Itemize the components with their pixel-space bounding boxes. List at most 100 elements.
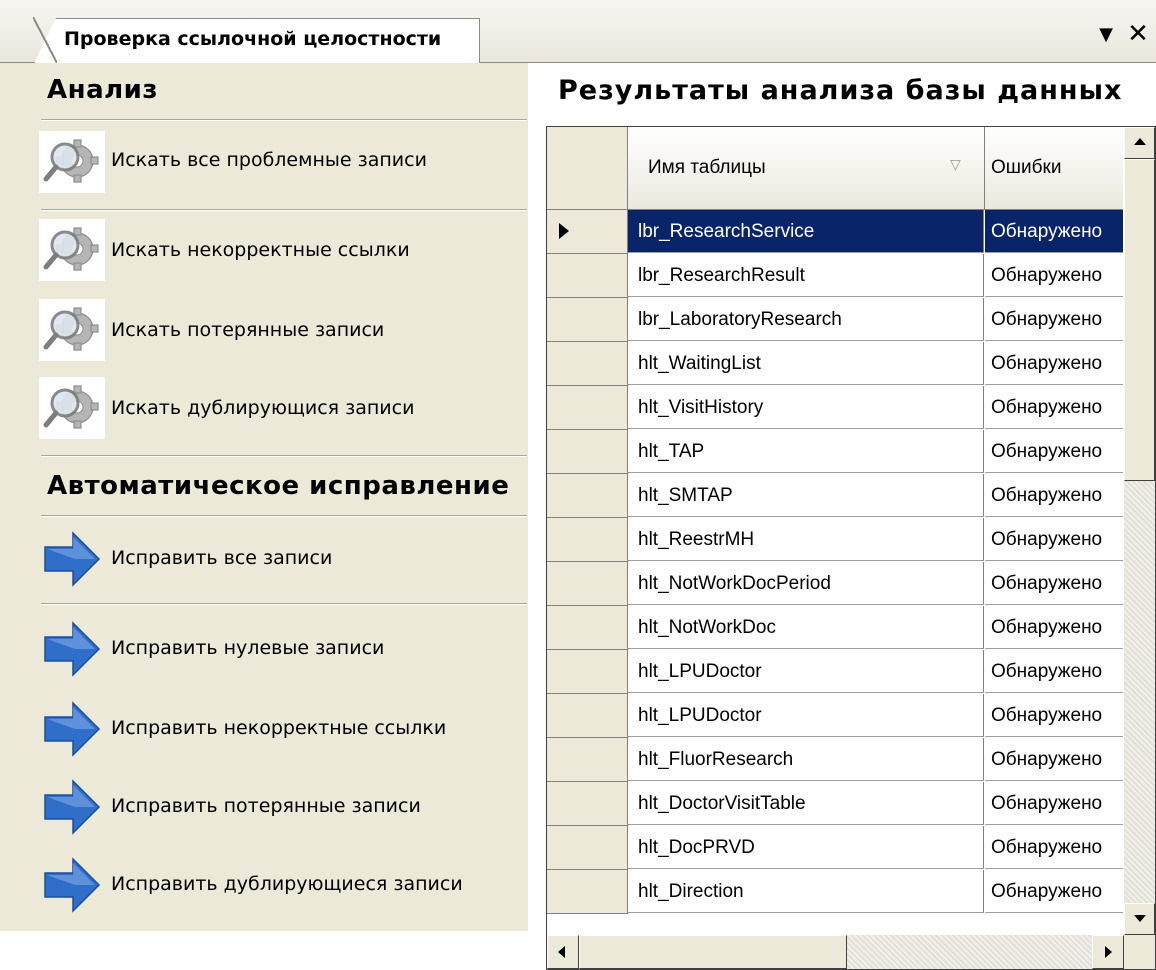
row-selector[interactable] — [547, 430, 628, 474]
cell-errors[interactable]: Обнаружено — [985, 562, 1123, 605]
cell-errors[interactable]: Обнаружено — [985, 738, 1123, 781]
row-selector[interactable] — [547, 298, 628, 342]
table-row[interactable]: hlt_WaitingList Обнаружено — [547, 342, 1123, 386]
cell-table-name[interactable]: hlt_TAP — [628, 430, 984, 473]
cell-table-name[interactable]: hlt_SMTAP — [628, 474, 984, 517]
scroll-down-arrow-icon — [1134, 915, 1146, 922]
analyze-bad-links-button[interactable]: Искать некорректные ссылки — [39, 215, 527, 285]
cell-errors[interactable]: Обнаружено — [985, 870, 1123, 913]
row-selector[interactable] — [547, 606, 628, 650]
results-grid[interactable]: Имя таблицы ▽ Ошибки lbr_ResearchService… — [546, 126, 1156, 970]
action-label: Исправить дублирующиеся записи — [111, 873, 463, 895]
fix-bad-links-button[interactable]: Исправить некорректные ссылки — [39, 693, 527, 763]
cell-table-name[interactable]: hlt_LPUDoctor — [628, 694, 984, 737]
cell-errors[interactable]: Обнаружено — [985, 298, 1123, 341]
cell-errors[interactable]: Обнаружено — [985, 606, 1123, 649]
table-row[interactable]: hlt_NotWorkDoc Обнаружено — [547, 606, 1123, 650]
analyze-duplicates-button[interactable]: Искать дублирующися записи — [39, 373, 527, 443]
close-icon[interactable]: ✕ — [1124, 20, 1152, 48]
table-row[interactable]: hlt_VisitHistory Обнаружено — [547, 386, 1123, 430]
table-row[interactable]: hlt_NotWorkDocPeriod Обнаружено — [547, 562, 1123, 606]
scroll-down-button[interactable] — [1124, 903, 1155, 935]
vertical-scrollbar[interactable] — [1124, 127, 1155, 935]
row-selector[interactable] — [547, 210, 628, 254]
row-selector[interactable] — [547, 254, 628, 298]
horizontal-scroll-thumb[interactable] — [579, 935, 847, 969]
table-row[interactable]: hlt_SMTAP Обнаружено — [547, 474, 1123, 518]
cell-table-name[interactable]: hlt_WaitingList — [628, 342, 984, 385]
row-selector-header[interactable] — [547, 127, 628, 210]
table-row[interactable]: hlt_ReestrMH Обнаружено — [547, 518, 1123, 562]
cell-errors[interactable]: Обнаружено — [985, 826, 1123, 869]
scroll-left-button[interactable] — [547, 935, 579, 969]
cell-errors[interactable]: Обнаружено — [985, 518, 1123, 561]
magnifier-gear-icon — [39, 377, 105, 439]
cell-errors[interactable]: Обнаружено — [985, 210, 1123, 253]
table-row[interactable]: lbr_ResearchService Обнаружено — [547, 210, 1123, 254]
table-row[interactable]: lbr_ResearchResult Обнаружено — [547, 254, 1123, 298]
action-label: Исправить некорректные ссылки — [111, 717, 447, 739]
column-header-table-name[interactable]: Имя таблицы ▽ — [628, 127, 985, 210]
row-selector[interactable] — [547, 694, 628, 738]
table-row[interactable]: hlt_Direction Обнаружено — [547, 870, 1123, 914]
analyze-all-button[interactable]: Искать все проблемные записи — [39, 127, 527, 197]
fix-duplicates-button[interactable]: Исправить дублирующиеся записи — [39, 849, 527, 919]
table-row[interactable]: hlt_LPUDoctor Обнаружено — [547, 694, 1123, 738]
column-header-errors[interactable]: Ошибки — [985, 127, 1123, 210]
cell-table-name[interactable]: hlt_VisitHistory — [628, 386, 984, 429]
scroll-right-button[interactable] — [1092, 935, 1124, 969]
cell-table-name[interactable]: hlt_Direction — [628, 870, 984, 913]
cell-table-name[interactable]: lbr_ResearchService — [628, 210, 984, 253]
table-row[interactable]: lbr_LaboratoryResearch Обнаружено — [547, 298, 1123, 342]
fix-all-button[interactable]: Исправить все записи — [39, 523, 527, 593]
row-selector[interactable] — [547, 342, 628, 386]
table-row[interactable]: hlt_TAP Обнаружено — [547, 430, 1123, 474]
scroll-up-button[interactable] — [1124, 127, 1155, 159]
row-selector[interactable] — [547, 650, 628, 694]
vertical-scroll-thumb[interactable] — [1124, 159, 1155, 481]
action-label: Искать дублирующися записи — [111, 397, 415, 419]
cell-table-name[interactable]: hlt_LPUDoctor — [628, 650, 984, 693]
table-row[interactable]: hlt_LPUDoctor Обнаружено — [547, 650, 1123, 694]
cell-table-name[interactable]: hlt_DocPRVD — [628, 826, 984, 869]
section-title-autofix: Автоматическое исправление — [47, 471, 510, 501]
fix-null-records-button[interactable]: Исправить нулевые записи — [39, 613, 527, 683]
divider — [41, 603, 527, 605]
row-selector[interactable] — [547, 474, 628, 518]
dropdown-arrow-icon[interactable]: ▼ — [1093, 22, 1119, 48]
cell-errors[interactable]: Обнаружено — [985, 782, 1123, 825]
row-selector[interactable] — [547, 738, 628, 782]
fix-lost-records-button[interactable]: Исправить потерянные записи — [39, 771, 527, 841]
row-selector[interactable] — [547, 870, 628, 914]
cell-errors[interactable]: Обнаружено — [985, 474, 1123, 517]
analyze-lost-records-button[interactable]: Искать потерянные записи — [39, 295, 527, 365]
cell-errors[interactable]: Обнаружено — [985, 254, 1123, 297]
cell-table-name[interactable]: lbr_LaboratoryResearch — [628, 298, 984, 341]
action-label: Искать некорректные ссылки — [111, 239, 410, 261]
cell-errors[interactable]: Обнаружено — [985, 386, 1123, 429]
divider — [41, 119, 527, 121]
row-selector[interactable] — [547, 386, 628, 430]
cell-table-name[interactable]: hlt_FluorResearch — [628, 738, 984, 781]
cell-table-name[interactable]: hlt_ReestrMH — [628, 518, 984, 561]
column-header-label: Имя таблицы — [648, 157, 766, 178]
row-selector[interactable] — [547, 518, 628, 562]
action-label: Искать потерянные записи — [111, 319, 385, 341]
table-row[interactable]: hlt_DocPRVD Обнаружено — [547, 826, 1123, 870]
row-selector[interactable] — [547, 782, 628, 826]
row-selector[interactable] — [547, 562, 628, 606]
table-row[interactable]: hlt_DoctorVisitTable Обнаружено — [547, 782, 1123, 826]
table-row[interactable]: hlt_FluorResearch Обнаружено — [547, 738, 1123, 782]
blue-arrow-icon — [44, 857, 101, 913]
cell-table-name[interactable]: lbr_ResearchResult — [628, 254, 984, 297]
cell-table-name[interactable]: hlt_DoctorVisitTable — [628, 782, 984, 825]
row-selector[interactable] — [547, 826, 628, 870]
horizontal-scrollbar[interactable] — [547, 935, 1124, 969]
cell-errors[interactable]: Обнаружено — [985, 342, 1123, 385]
cell-errors[interactable]: Обнаружено — [985, 694, 1123, 737]
cell-errors[interactable]: Обнаружено — [985, 650, 1123, 693]
cell-table-name[interactable]: hlt_NotWorkDoc — [628, 606, 984, 649]
magnifier-gear-icon — [39, 219, 105, 281]
cell-table-name[interactable]: hlt_NotWorkDocPeriod — [628, 562, 984, 605]
cell-errors[interactable]: Обнаружено — [985, 430, 1123, 473]
